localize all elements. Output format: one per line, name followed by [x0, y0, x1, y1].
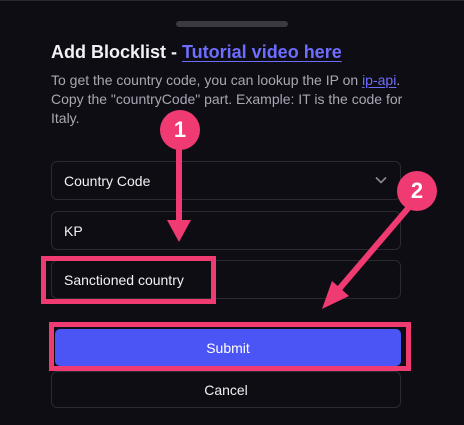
step-2-badge: 2: [397, 171, 437, 211]
annotation-arrows: [167, 147, 413, 309]
step-1-badge: 1: [160, 110, 200, 150]
arrow-2: [322, 203, 413, 309]
arrow-1: [167, 147, 191, 242]
